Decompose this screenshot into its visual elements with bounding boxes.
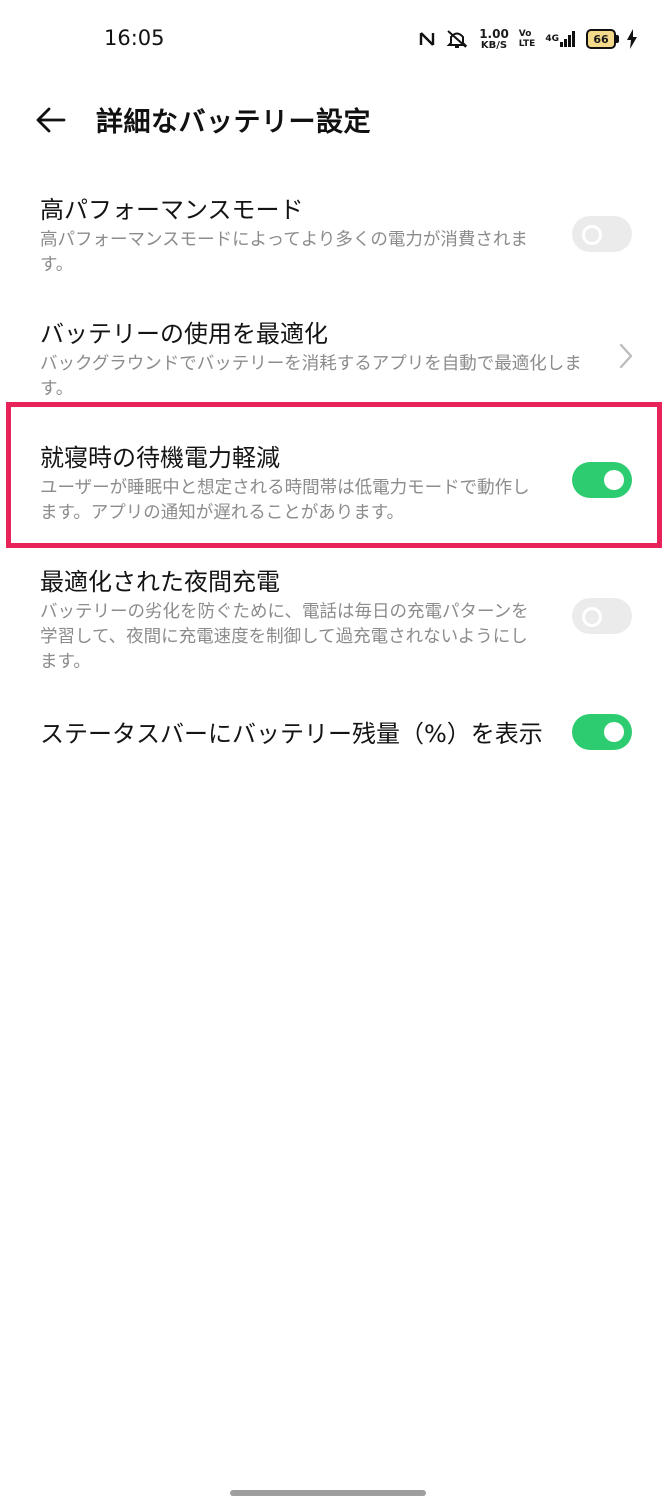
setting-title: バッテリーの使用を最適化 xyxy=(40,320,328,348)
mute-icon xyxy=(445,29,469,49)
back-arrow-icon[interactable] xyxy=(36,106,66,134)
setting-title: 最適化された夜間充電 xyxy=(40,568,280,596)
status-time: 16:05 xyxy=(104,26,165,50)
app-header: 詳細なバッテリー設定 xyxy=(0,96,672,144)
volte-indicator: Vo LTE xyxy=(518,29,536,49)
setting-optimize-battery-usage[interactable]: バッテリーの使用を最適化 バックグラウンドでバッテリーを消耗するアプリを自動で最… xyxy=(0,314,672,404)
setting-title: 就寝時の待機電力軽減 xyxy=(40,444,280,472)
chevron-right-icon xyxy=(618,342,634,370)
setting-description: バックグラウンドでバッテリーを消耗するアプリを自動で最適化します。 xyxy=(40,354,582,399)
charging-icon xyxy=(626,29,638,49)
setting-description: バッテリーの劣化を防ぐために、電話は毎日の充電パターンを学習して、夜間に充電速度… xyxy=(40,602,529,672)
setting-title: 高パフォーマンスモード xyxy=(40,196,304,224)
setting-description: ユーザーが睡眠中と想定される時間帯は低電力モードで動作します。アプリの通知が遅れ… xyxy=(40,478,530,523)
nfc-icon xyxy=(419,30,435,48)
status-bar: 16:05 1.00 KB/S Vo LTE 4G 66 xyxy=(0,0,672,80)
bedtime-standby-toggle[interactable] xyxy=(572,462,632,498)
home-indicator[interactable] xyxy=(230,1490,426,1496)
net-speed: 1.00 KB/S xyxy=(479,26,509,51)
battery-level: 66 xyxy=(593,32,609,46)
setting-show-battery-percentage[interactable]: ステータスバーにバッテリー残量（%）を表示 xyxy=(0,714,672,754)
setting-optimized-night-charging[interactable]: 最適化された夜間充電 バッテリーの劣化を防ぐために、電話は毎日の充電パターンを学… xyxy=(0,562,672,672)
network-type: 4G xyxy=(545,34,559,44)
status-icons: 1.00 KB/S Vo LTE 4G 66 xyxy=(419,24,638,54)
page-title: 詳細なバッテリー設定 xyxy=(96,107,371,138)
setting-title: ステータスバーにバッテリー残量（%）を表示 xyxy=(40,720,543,748)
setting-high-performance[interactable]: 高パフォーマンスモード 高パフォーマンスモードによってより多くの電力が消費されま… xyxy=(0,190,672,290)
signal-icon: 4G xyxy=(545,31,576,47)
setting-description: 高パフォーマンスモードによってより多くの電力が消費されます。 xyxy=(40,230,528,275)
night-charging-toggle[interactable] xyxy=(572,598,632,634)
high-performance-toggle[interactable] xyxy=(572,216,632,252)
setting-bedtime-standby-reduction[interactable]: 就寝時の待機電力軽減 ユーザーが睡眠中と想定される時間帯は低電力モードで動作しま… xyxy=(0,438,672,534)
battery-indicator: 66 xyxy=(586,29,619,49)
battery-percentage-toggle[interactable] xyxy=(572,714,632,750)
